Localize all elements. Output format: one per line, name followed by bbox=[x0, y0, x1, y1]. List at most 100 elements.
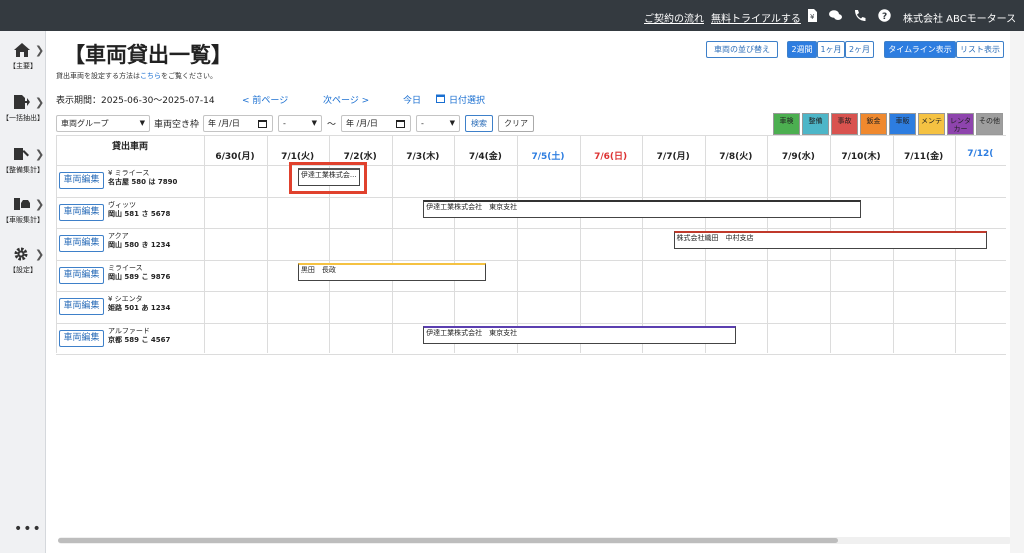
contract-flow-link[interactable]: ご契約の流れ bbox=[644, 10, 704, 25]
sidebar: ❯ 【主要】 ❯ 【一括抽出】 ❯ 【整備集計】 ❯ 【車販集計】 ❯ 【設定】… bbox=[0, 31, 46, 553]
help-icon[interactable]: ? bbox=[878, 9, 891, 22]
chevron-down-icon: ▼ bbox=[139, 119, 145, 127]
booking-bar[interactable]: 伊達工業株式会社 東京支社 bbox=[423, 325, 737, 344]
svg-text:?: ? bbox=[882, 12, 887, 22]
clear-button[interactable]: クリア bbox=[498, 115, 534, 132]
date-header: 7/1(火) bbox=[281, 152, 315, 162]
grid-top-line bbox=[56, 135, 1006, 136]
edit-vehicle-button[interactable]: 車両編集 bbox=[59, 298, 104, 315]
edit-vehicle-button[interactable]: 車両編集 bbox=[59, 329, 104, 347]
help-note: 貸出車両を設定する方法はこちらをご覧ください。 bbox=[56, 71, 217, 81]
timeline-view-button[interactable]: タイムライン表示 bbox=[884, 41, 956, 58]
date-header: 7/4(金) bbox=[468, 152, 502, 162]
category-chip: 鈑金 bbox=[860, 113, 887, 135]
grid-row-line bbox=[56, 259, 1006, 261]
vertical-scrollbar[interactable] bbox=[1010, 31, 1024, 553]
category-chip: その他 bbox=[976, 113, 1003, 135]
chevron-right-icon: ❯ bbox=[35, 96, 45, 109]
start-time-select[interactable]: - ▼ bbox=[278, 115, 322, 132]
free-trial-link[interactable]: 無料トライアルする bbox=[711, 10, 801, 25]
grid-column-line bbox=[454, 135, 456, 353]
sort-vehicles-button[interactable]: 車両の並び替え bbox=[706, 41, 778, 58]
range-2weeks-button[interactable]: 2週間 bbox=[787, 41, 817, 58]
date-header: 7/11(金) bbox=[903, 152, 944, 162]
grid-row-line bbox=[56, 228, 1006, 229]
vehicle-plate: 姫路 501 あ 1234 bbox=[108, 304, 171, 312]
grid-column-line bbox=[642, 135, 644, 353]
car-icon bbox=[14, 198, 30, 210]
today-link[interactable]: 今日 bbox=[403, 93, 421, 106]
grid-row-line bbox=[56, 354, 1006, 355]
booking-bar[interactable]: 黒田 長政 bbox=[297, 262, 486, 281]
start-date-input[interactable]: 年 /月/日 bbox=[203, 115, 273, 132]
date-header: 7/9(水) bbox=[781, 152, 815, 162]
vehicle-plate: 名古屋 580 は 7890 bbox=[108, 178, 178, 186]
help-link[interactable]: こちら bbox=[140, 72, 161, 80]
date-header: 7/2(水) bbox=[343, 152, 377, 162]
grid-row-line bbox=[56, 291, 1006, 292]
end-date-value: 年 /月/日 bbox=[346, 119, 378, 128]
grid-column-line bbox=[266, 135, 268, 353]
date-header: 7/8(火) bbox=[719, 152, 753, 162]
more-icon[interactable]: ••• bbox=[14, 521, 42, 537]
edit-vehicle-button[interactable]: 車両編集 bbox=[59, 172, 104, 189]
prev-page-link[interactable]: < 前ページ bbox=[242, 93, 288, 106]
calendar-icon bbox=[396, 120, 405, 128]
booking-bar[interactable]: 伊達工業株式会社 東京支社 bbox=[423, 199, 862, 218]
calendar-icon[interactable] bbox=[436, 93, 445, 103]
highlight-box bbox=[288, 162, 368, 194]
edit-vehicle-button[interactable]: 車両編集 bbox=[59, 203, 104, 221]
sidebar-item-label: 【一括抽出】 bbox=[2, 114, 44, 122]
grid-column-line bbox=[391, 135, 393, 353]
category-chip: 車販 bbox=[889, 113, 916, 135]
display-period: 表示期間：2025-06-30〜2025-07-14 bbox=[56, 96, 215, 106]
chat-icon[interactable] bbox=[829, 9, 842, 22]
horizontal-scrollbar[interactable] bbox=[58, 537, 1012, 544]
grid-row-line bbox=[56, 165, 1006, 166]
next-page-link[interactable]: 次ページ > bbox=[323, 93, 369, 106]
start-time-value: - bbox=[283, 119, 286, 128]
gear-icon bbox=[14, 247, 28, 261]
svg-text:¥: ¥ bbox=[810, 13, 815, 21]
range-tilde: 〜 bbox=[327, 120, 337, 130]
main-panel: 【車両貸出一覧】 貸出車両を設定する方法はこちらをご覧ください。 車両の並び替え… bbox=[46, 31, 1012, 553]
free-slot-label: 車両空き枠 bbox=[154, 120, 200, 130]
document-yen-icon[interactable]: ¥ bbox=[806, 9, 819, 22]
calendar-icon bbox=[258, 120, 267, 128]
help-note-prefix: 貸出車両を設定する方法は bbox=[56, 72, 140, 80]
vehicle-plate: 岡山 580 き 1234 bbox=[108, 241, 171, 249]
end-time-value: - bbox=[421, 119, 424, 128]
scrollbar-thumb[interactable] bbox=[58, 538, 838, 543]
range-1month-button[interactable]: 1ヶ月 bbox=[817, 41, 845, 58]
timeline-grid: 貸出車両 6/30(月) 7/1(火) 7/2(水) 7/3(木) 7/4(金) 7/5(… bbox=[56, 135, 1006, 355]
vehicle-group-value: 車両グループ bbox=[61, 119, 109, 128]
search-button[interactable]: 検索 bbox=[465, 115, 493, 132]
grid-column-line bbox=[579, 135, 581, 353]
range-2months-button[interactable]: 2ヶ月 bbox=[845, 41, 874, 58]
list-view-button[interactable]: リスト表示 bbox=[956, 41, 1004, 58]
end-time-select[interactable]: - ▼ bbox=[416, 115, 460, 132]
category-chip: 車検 bbox=[773, 113, 800, 135]
edit-vehicle-button[interactable]: 車両編集 bbox=[59, 235, 104, 252]
start-date-value: 年 /月/日 bbox=[208, 119, 240, 128]
grid-row-line bbox=[56, 322, 1006, 324]
date-select-link[interactable]: 日付選択 bbox=[449, 93, 485, 106]
phone-icon[interactable] bbox=[853, 9, 866, 22]
top-bar: ご契約の流れ 無料トライアルする ¥ ? 株式会社 ABCモータース bbox=[0, 0, 1024, 31]
sidebar-item-label: 【設定】 bbox=[9, 266, 37, 274]
help-note-suffix: をご覧ください。 bbox=[161, 72, 217, 80]
grid-column-line bbox=[56, 135, 57, 353]
company-name: 株式会社 ABCモータース bbox=[903, 14, 1017, 25]
end-date-input[interactable]: 年 /月/日 bbox=[341, 115, 411, 132]
category-chip: 整備 bbox=[802, 113, 829, 135]
vehicle-group-select[interactable]: 車両グループ ▼ bbox=[56, 115, 150, 132]
sidebar-item-label: 【主要】 bbox=[9, 62, 37, 70]
grid-column-line bbox=[517, 135, 518, 353]
chevron-down-icon: ▼ bbox=[449, 119, 455, 127]
date-header: 7/6(日) bbox=[594, 152, 628, 162]
edit-vehicle-button[interactable]: 車両編集 bbox=[59, 266, 104, 284]
page-title: 【車両貸出一覧】 bbox=[64, 42, 232, 67]
maintenance-icon bbox=[14, 148, 29, 160]
booking-bar[interactable]: 株式会社織田 中村支店 bbox=[673, 231, 987, 249]
category-chip: 事故 bbox=[831, 113, 858, 135]
